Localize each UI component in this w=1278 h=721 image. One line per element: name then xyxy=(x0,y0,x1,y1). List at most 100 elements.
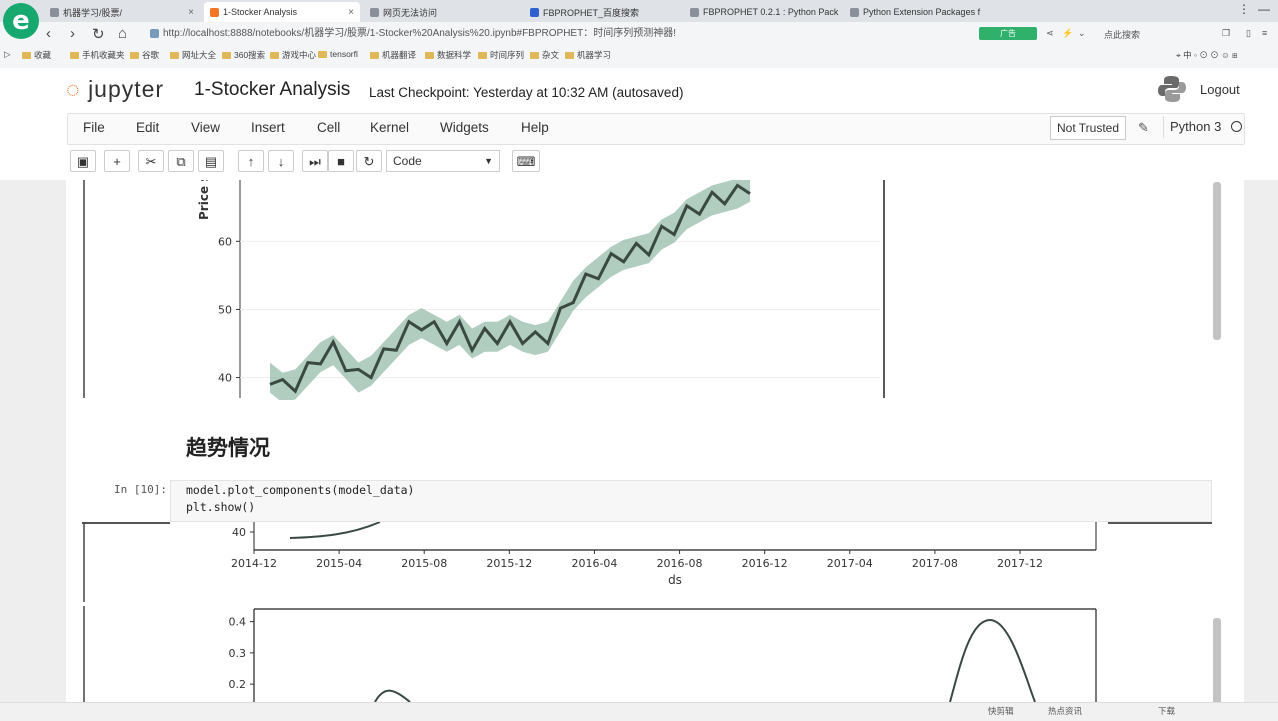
menu-widgets[interactable]: Widgets xyxy=(440,120,489,135)
notebook-title[interactable]: 1-Stocker Analysis xyxy=(194,79,350,101)
folder-icon xyxy=(270,51,279,59)
price-chart: 40 50 60 Price $ xyxy=(83,180,885,400)
page-icon xyxy=(50,7,59,17)
forward-icon[interactable]: › xyxy=(70,25,75,42)
status-item[interactable]: 快剪辑 xyxy=(988,705,1014,717)
folder-icon xyxy=(478,51,487,59)
folder-icon xyxy=(170,51,179,59)
ad-button[interactable]: 广告 xyxy=(979,27,1037,40)
bookmark-item[interactable]: tensorfl xyxy=(318,49,358,59)
baidu-icon xyxy=(530,7,539,17)
close-icon[interactable]: × xyxy=(348,7,354,18)
bookmark-item[interactable]: 数据科学 xyxy=(425,49,471,61)
tab-page-error[interactable]: 网页无法访问 xyxy=(364,2,520,22)
bookmark-item[interactable]: 谷歌 xyxy=(130,49,159,61)
output-scrollbar-thumb[interactable] xyxy=(1213,618,1221,710)
browser-logo-icon[interactable]: e xyxy=(3,3,39,39)
section-heading: 趋势情况 xyxy=(186,437,270,460)
bookmark-item[interactable]: 收藏 xyxy=(22,49,51,61)
close-icon[interactable]: × xyxy=(188,7,194,18)
star-icon xyxy=(22,51,31,59)
tab-baidu-search[interactable]: FBPROPHET_百度搜索 xyxy=(524,2,680,22)
tab-stocker-analysis[interactable]: 1-Stocker Analysis × xyxy=(204,2,360,22)
bookmark-item[interactable]: 手机收藏夹 xyxy=(70,49,125,61)
bookmark-item[interactable]: 杂文 xyxy=(530,49,559,61)
y-tick-label: 40 xyxy=(218,372,232,385)
arrow-down-icon[interactable]: ↓ xyxy=(268,150,294,172)
search-box[interactable]: 点此搜索 xyxy=(1104,28,1140,41)
cut-icon[interactable]: ✂ xyxy=(138,150,164,172)
logout-button[interactable]: Logout xyxy=(1200,82,1240,97)
kernel-idle-icon xyxy=(1231,121,1242,132)
menu-help[interactable]: Help xyxy=(521,120,549,135)
kernel-name[interactable]: Python 3 xyxy=(1163,116,1221,138)
keyboard-icon[interactable]: ⌨ xyxy=(512,150,540,172)
paste-icon[interactable]: ▤ xyxy=(198,150,224,172)
x-tick-label: 2016-04 xyxy=(571,557,617,570)
edit-pencil-icon[interactable]: ✎ xyxy=(1138,120,1149,136)
folder-icon xyxy=(530,51,539,59)
y-axis-label: Price $ xyxy=(197,180,211,220)
menu-icon[interactable]: ≡ xyxy=(1262,28,1267,38)
tab-ml-stocks[interactable]: 机器学习/股票/× xyxy=(44,2,200,22)
home-icon[interactable]: ⌂ xyxy=(118,25,127,42)
clipboard-icon[interactable]: ▯ xyxy=(1246,28,1251,39)
run-icon[interactable]: ⏭ xyxy=(302,150,328,172)
more-icon[interactable]: ⋮ xyxy=(1238,2,1250,16)
y-tick-label: 60 xyxy=(218,235,232,248)
menu-insert[interactable]: Insert xyxy=(251,120,285,135)
menu-file[interactable]: File xyxy=(83,120,105,135)
seasonality-chart: 0.4 0.3 0.2 xyxy=(83,606,1097,706)
back-icon[interactable]: ‹ xyxy=(46,25,51,42)
dropdown-icon[interactable]: ⌄ xyxy=(1078,28,1086,39)
folder-icon xyxy=(130,51,139,59)
output-scrollbar-thumb[interactable] xyxy=(1213,182,1221,340)
jupyter-logo-icon: ◌ xyxy=(66,76,81,102)
folder-icon xyxy=(565,51,574,59)
x-tick-label: 2015-12 xyxy=(486,557,532,570)
share-icon[interactable]: ⋖ xyxy=(1046,28,1054,39)
copy-icon[interactable]: ⧉ xyxy=(168,150,194,172)
bookmark-item[interactable]: 360搜索 xyxy=(222,49,265,61)
reload-icon[interactable]: ↻ xyxy=(92,25,105,43)
plus-icon[interactable]: + xyxy=(104,150,130,172)
status-item[interactable]: 热点资讯 xyxy=(1048,705,1082,717)
arrow-up-icon[interactable]: ↑ xyxy=(238,150,264,172)
folder-icon xyxy=(370,51,379,59)
bookmark-item[interactable]: 游戏中心 xyxy=(270,49,316,61)
cell-prompt: In [10]: xyxy=(114,483,167,496)
x-axis-label: ds xyxy=(668,573,682,587)
extension-icons[interactable]: ⌖ 中 ◦ ⊙ ⊙ ☺ ⊞ xyxy=(1176,49,1238,61)
trust-button[interactable]: Not Trusted xyxy=(1050,116,1127,140)
window-icon[interactable]: ❐ xyxy=(1222,28,1230,39)
bookmark-item[interactable]: 网址大全 xyxy=(170,49,216,61)
menu-edit[interactable]: Edit xyxy=(136,120,159,135)
bookmark-item[interactable]: 机器翻译 xyxy=(370,49,416,61)
menu-cell[interactable]: Cell xyxy=(317,120,340,135)
tab-python-packages[interactable]: Python Extension Packages f xyxy=(844,2,1000,22)
tab-pypi[interactable]: FBPROPHET 0.2.1 : Python Pack xyxy=(684,2,840,22)
menu-view[interactable]: View xyxy=(191,120,220,135)
x-tick-label: 2017-12 xyxy=(997,557,1043,570)
bookmark-toggle-icon[interactable]: ▷ xyxy=(4,49,11,60)
url-field[interactable]: http://localhost:8888/notebooks/机器学习/股票/… xyxy=(150,25,975,43)
status-item[interactable]: 下载 xyxy=(1158,705,1175,717)
restart-icon[interactable]: ↻ xyxy=(356,150,382,172)
cell-type-select[interactable]: Code ▼ xyxy=(386,150,500,172)
y-tick-label: 50 xyxy=(218,303,232,316)
save-icon[interactable]: ▣ xyxy=(70,150,96,172)
jupyter-logo[interactable]: ◌ jupyter xyxy=(66,76,164,103)
bookmark-item[interactable]: 时间序列 xyxy=(478,49,524,61)
bookmark-item[interactable]: 机器学习 xyxy=(565,49,611,61)
stop-icon[interactable]: ■ xyxy=(328,150,354,172)
folder-icon xyxy=(222,51,231,59)
minimize-icon[interactable]: — xyxy=(1258,2,1270,16)
x-tick-label: 2017-04 xyxy=(827,557,873,570)
site-info-icon xyxy=(150,28,159,38)
status-bar xyxy=(0,702,1278,721)
menu-kernel[interactable]: Kernel xyxy=(370,120,409,135)
lightning-icon[interactable]: ⚡ xyxy=(1062,28,1073,39)
jupyter-icon xyxy=(210,7,219,17)
python-logo-icon xyxy=(1158,76,1186,102)
x-tick-label: 2015-04 xyxy=(316,557,362,570)
